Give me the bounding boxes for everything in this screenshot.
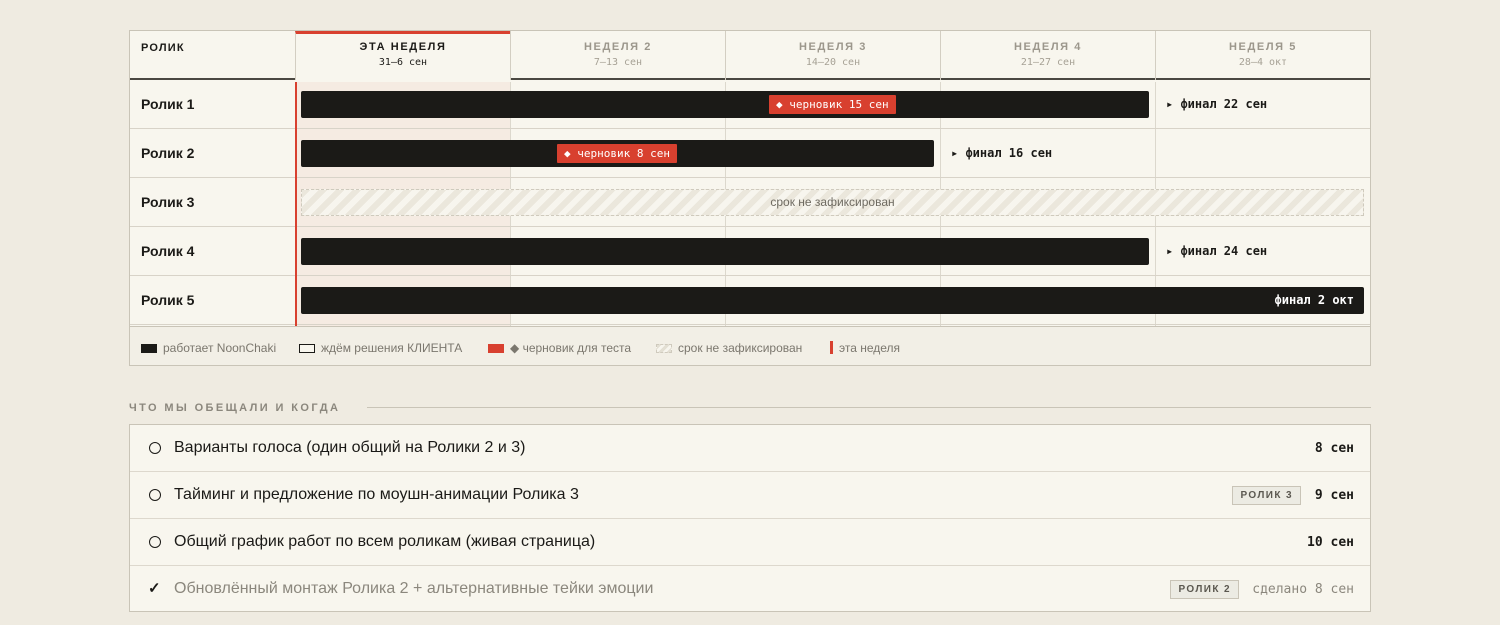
legend: работает NoonChaki ждём решения КЛИЕНТА … xyxy=(130,326,1370,365)
week-label: ЭТА НЕДЕЛЯ xyxy=(359,41,447,53)
status-circle-icon xyxy=(149,536,161,548)
final-deadline: финал 2 окт xyxy=(1274,293,1354,307)
work-bar[interactable]: ◆ черновик 8 сен xyxy=(301,140,934,167)
week-label: НЕДЕЛЯ 3 xyxy=(798,41,868,53)
promise-date: сделано 8 сен xyxy=(1252,582,1354,597)
week-label: НЕДЕЛЯ 5 xyxy=(1228,41,1298,53)
divider xyxy=(367,407,1371,408)
week-dates: 14–20 сен xyxy=(805,57,861,68)
week-label: НЕДЕЛЯ 2 xyxy=(583,41,653,53)
work-bar[interactable]: ◆ черновик 15 сен xyxy=(301,91,1149,118)
legend-swatch-red xyxy=(488,344,504,353)
promise-item[interactable]: ✓ Обновлённый монтаж Ролика 2 + альтерна… xyxy=(130,566,1370,613)
checkmark-icon: ✓ xyxy=(148,580,161,597)
legend-item-unfixed: срок не зафиксирован xyxy=(656,341,802,355)
current-week-line xyxy=(295,82,297,326)
week-dates: 21–27 сен xyxy=(1020,57,1076,68)
legend-item-working: работает NoonChaki xyxy=(141,341,276,355)
legend-item-waiting: ждём решения КЛИЕНТА xyxy=(299,341,462,355)
legend-label: срок не зафиксирован xyxy=(678,341,803,355)
final-deadline: ▸ финал 24 сен xyxy=(1166,244,1268,258)
final-deadline: ▸ финал 22 сен xyxy=(1166,97,1268,111)
timeline-row-video-5: Ролик 5 финал 2 окт xyxy=(130,276,1370,325)
legend-item-draft: ◆ черновик для теста xyxy=(488,341,631,355)
legend-label: ждём решения КЛИЕНТА xyxy=(321,341,463,355)
final-deadline: ▸ финал 16 сен xyxy=(951,146,1053,160)
week-dates: 31–6 сен xyxy=(378,57,428,68)
legend-item-this-week: эта неделя xyxy=(830,341,900,355)
timeline-row-video-2: Ролик 2 ◆ черновик 8 сен ▸ финал 16 сен xyxy=(130,129,1370,178)
promise-text: Обновлённый монтаж Ролика 2 + альтернати… xyxy=(174,580,654,597)
video-tag: РОЛИК 3 xyxy=(1232,486,1301,505)
promise-item[interactable]: Варианты голоса (один общий на Ролики 2 … xyxy=(130,425,1370,472)
legend-swatch-outline xyxy=(299,344,315,353)
promise-text: Варианты голоса (один общий на Ролики 2 … xyxy=(174,439,526,456)
legend-swatch-line xyxy=(830,341,833,354)
promise-text: Тайминг и предложение по моушн-анимации … xyxy=(174,486,579,503)
week-column-2: НЕДЕЛЯ 2 7–13 сен xyxy=(510,31,725,80)
week-label: НЕДЕЛЯ 4 xyxy=(1013,41,1083,53)
draft-marker[interactable]: ◆ черновик 8 сен xyxy=(557,144,677,163)
column-header-video: РОЛИК xyxy=(141,42,185,54)
week-column-3: НЕДЕЛЯ 3 14–20 сен xyxy=(725,31,940,80)
week-column-current: ЭТА НЕДЕЛЯ 31–6 сен xyxy=(295,31,510,80)
unfixed-deadline-bar: срок не зафиксирован xyxy=(301,189,1364,216)
row-label: Ролик 1 xyxy=(141,96,195,112)
work-bar[interactable]: финал 2 окт xyxy=(301,287,1364,314)
status-circle-icon xyxy=(149,489,161,501)
legend-label: эта неделя xyxy=(839,341,901,355)
promises-list: Варианты голоса (один общий на Ролики 2 … xyxy=(129,424,1371,612)
row-label: Ролик 5 xyxy=(141,292,195,308)
timeline-row-video-3: Ролик 3 срок не зафиксирован xyxy=(130,178,1370,227)
timeline-row-video-4: Ролик 4 ▸ финал 24 сен xyxy=(130,227,1370,276)
week-dates: 7–13 сен xyxy=(593,57,643,68)
week-column-4: НЕДЕЛЯ 4 21–27 сен xyxy=(940,31,1155,80)
section-title: ЧТО МЫ ОБЕЩАЛИ И КОГДА xyxy=(129,402,341,414)
timeline-row-video-1: Ролик 1 ◆ черновик 15 сен ▸ финал 22 сен xyxy=(130,80,1370,129)
timeline-header: РОЛИК ЭТА НЕДЕЛЯ 31–6 сен НЕДЕЛЯ 2 7–13 … xyxy=(130,31,1370,80)
row-label: Ролик 2 xyxy=(141,145,195,161)
legend-label: ◆ черновик для теста xyxy=(510,341,632,355)
promise-date: 9 сен xyxy=(1314,488,1354,503)
timeline-table: РОЛИК ЭТА НЕДЕЛЯ 31–6 сен НЕДЕЛЯ 2 7–13 … xyxy=(129,30,1371,366)
promise-date: 8 сен xyxy=(1314,441,1354,456)
draft-marker[interactable]: ◆ черновик 15 сен xyxy=(769,95,896,114)
video-tag: РОЛИК 2 xyxy=(1170,580,1239,599)
week-dates: 28–4 окт xyxy=(1238,57,1288,68)
work-bar[interactable] xyxy=(301,238,1149,265)
legend-label: работает NoonChaki xyxy=(163,341,277,355)
promise-text: Общий график работ по всем роликам (жива… xyxy=(174,533,596,550)
promise-date: 10 сен xyxy=(1307,535,1354,550)
promise-item[interactable]: Тайминг и предложение по моушн-анимации … xyxy=(130,472,1370,519)
promise-item[interactable]: Общий график работ по всем роликам (жива… xyxy=(130,519,1370,566)
status-circle-icon xyxy=(149,442,161,454)
row-label: Ролик 3 xyxy=(141,194,195,210)
week-column-5: НЕДЕЛЯ 5 28–4 окт xyxy=(1155,31,1370,80)
legend-swatch-dark xyxy=(141,344,157,353)
row-label: Ролик 4 xyxy=(141,243,195,259)
legend-swatch-hatched xyxy=(656,344,672,353)
